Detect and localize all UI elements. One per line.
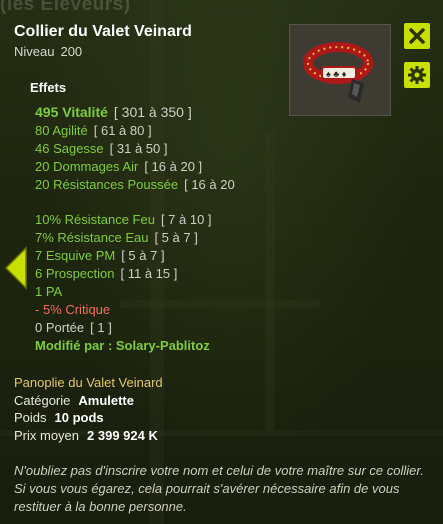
- price-row: Prix moyen 2 399 924 K: [14, 428, 158, 443]
- effect-row: Modifié par : Solary-Pablitoz: [35, 338, 210, 353]
- collar-item-image: ♠ ♣ ♦: [303, 42, 373, 103]
- effect-range: [ 11 à 15 ]: [120, 266, 178, 281]
- effects-heading: Effets: [30, 80, 67, 95]
- effect-range: [ 1 ]: [90, 320, 112, 335]
- effect-range: [ 7 à 10 ]: [160, 212, 212, 227]
- effect-value: 7% Résistance Eau: [35, 230, 149, 245]
- effect-value: 20 Résistances Poussée: [35, 177, 179, 192]
- effect-row: 7 Esquive PM [ 5 à 7 ]: [35, 248, 165, 263]
- price-value: 2 399 924 K: [87, 428, 158, 443]
- gear-icon: [408, 66, 426, 84]
- effect-row: 10% Résistance Feu [ 7 à 10 ]: [35, 212, 212, 227]
- effect-value: 46 Sagesse: [35, 141, 104, 156]
- effect-value: 80 Agilité: [35, 123, 88, 138]
- item-set-link[interactable]: Panoplie du Valet Veinard: [14, 375, 163, 390]
- effect-value: 0 Portée: [35, 320, 85, 335]
- settings-button[interactable]: [404, 62, 430, 88]
- effect-row: 46 Sagesse [ 31 à 50 ]: [35, 141, 168, 156]
- effect-row: 20 Résistances Poussée [ 16 à 20: [35, 177, 235, 192]
- price-label: Prix moyen: [14, 428, 80, 443]
- effect-row: 7% Résistance Eau [ 5 à 7 ]: [35, 230, 198, 245]
- effect-value: 1 PA: [35, 284, 63, 299]
- effect-value: 6 Prospection: [35, 266, 115, 281]
- item-description: N'oubliez pas d'inscrire votre nom et ce…: [14, 463, 424, 514]
- effect-value: - 5% Critique: [35, 302, 111, 317]
- effect-value: 10% Résistance Feu: [35, 212, 155, 227]
- effect-value: Modifié par : Solary-Pablitoz: [35, 338, 210, 353]
- category-row: Catégorie Amulette: [14, 393, 134, 408]
- effect-row: 20 Dommages Air [ 16 à 20 ]: [35, 159, 202, 174]
- effect-row: 80 Agilité [ 61 à 80 ]: [35, 123, 152, 138]
- effect-value: 20 Dommages Air: [35, 159, 139, 174]
- effect-row: 6 Prospection [ 11 à 15 ]: [35, 266, 177, 281]
- level-label: Niveau: [14, 44, 55, 59]
- effect-range: [ 16 à 20 ]: [144, 159, 203, 174]
- effect-row: 0 Portée [ 1 ]: [35, 320, 112, 335]
- effect-row: 1 PA: [35, 284, 62, 299]
- effect-range: [ 5 à 7 ]: [121, 248, 165, 263]
- weight-row: Poids 10 pods: [14, 410, 104, 425]
- item-level: Niveau 200: [14, 44, 88, 59]
- effect-value: 7 Esquive PM: [35, 248, 116, 263]
- close-button[interactable]: [404, 23, 430, 49]
- item-title: Collier du Valet Veinard: [14, 23, 192, 40]
- effect-range: [ 16 à 20: [184, 177, 235, 192]
- weight-value: 10 pods: [54, 410, 104, 425]
- previous-item-button[interactable]: [4, 246, 28, 295]
- chevron-left-icon: [4, 246, 27, 290]
- svg-text:♠ ♣ ♦: ♠ ♣ ♦: [326, 69, 347, 79]
- effect-row: 495 Vitalité [ 301 à 350 ]: [35, 104, 192, 120]
- close-icon: [409, 28, 425, 44]
- effect-row: - 5% Critique: [35, 302, 110, 317]
- item-image-frame: ♠ ♣ ♦: [289, 24, 391, 116]
- category-value: Amulette: [78, 393, 134, 408]
- effect-range: [ 5 à 7 ]: [154, 230, 198, 245]
- level-value: 200: [60, 44, 83, 59]
- effect-range: [ 31 à 50 ]: [109, 141, 168, 156]
- weight-label: Poids: [14, 410, 47, 425]
- effect-value: 495 Vitalité: [35, 104, 108, 120]
- effect-range: [ 61 à 80 ]: [93, 123, 152, 138]
- effect-range: [ 301 à 350 ]: [113, 104, 192, 120]
- background-sign-text: (les Eleveurs): [0, 0, 131, 15]
- category-label: Catégorie: [14, 393, 71, 408]
